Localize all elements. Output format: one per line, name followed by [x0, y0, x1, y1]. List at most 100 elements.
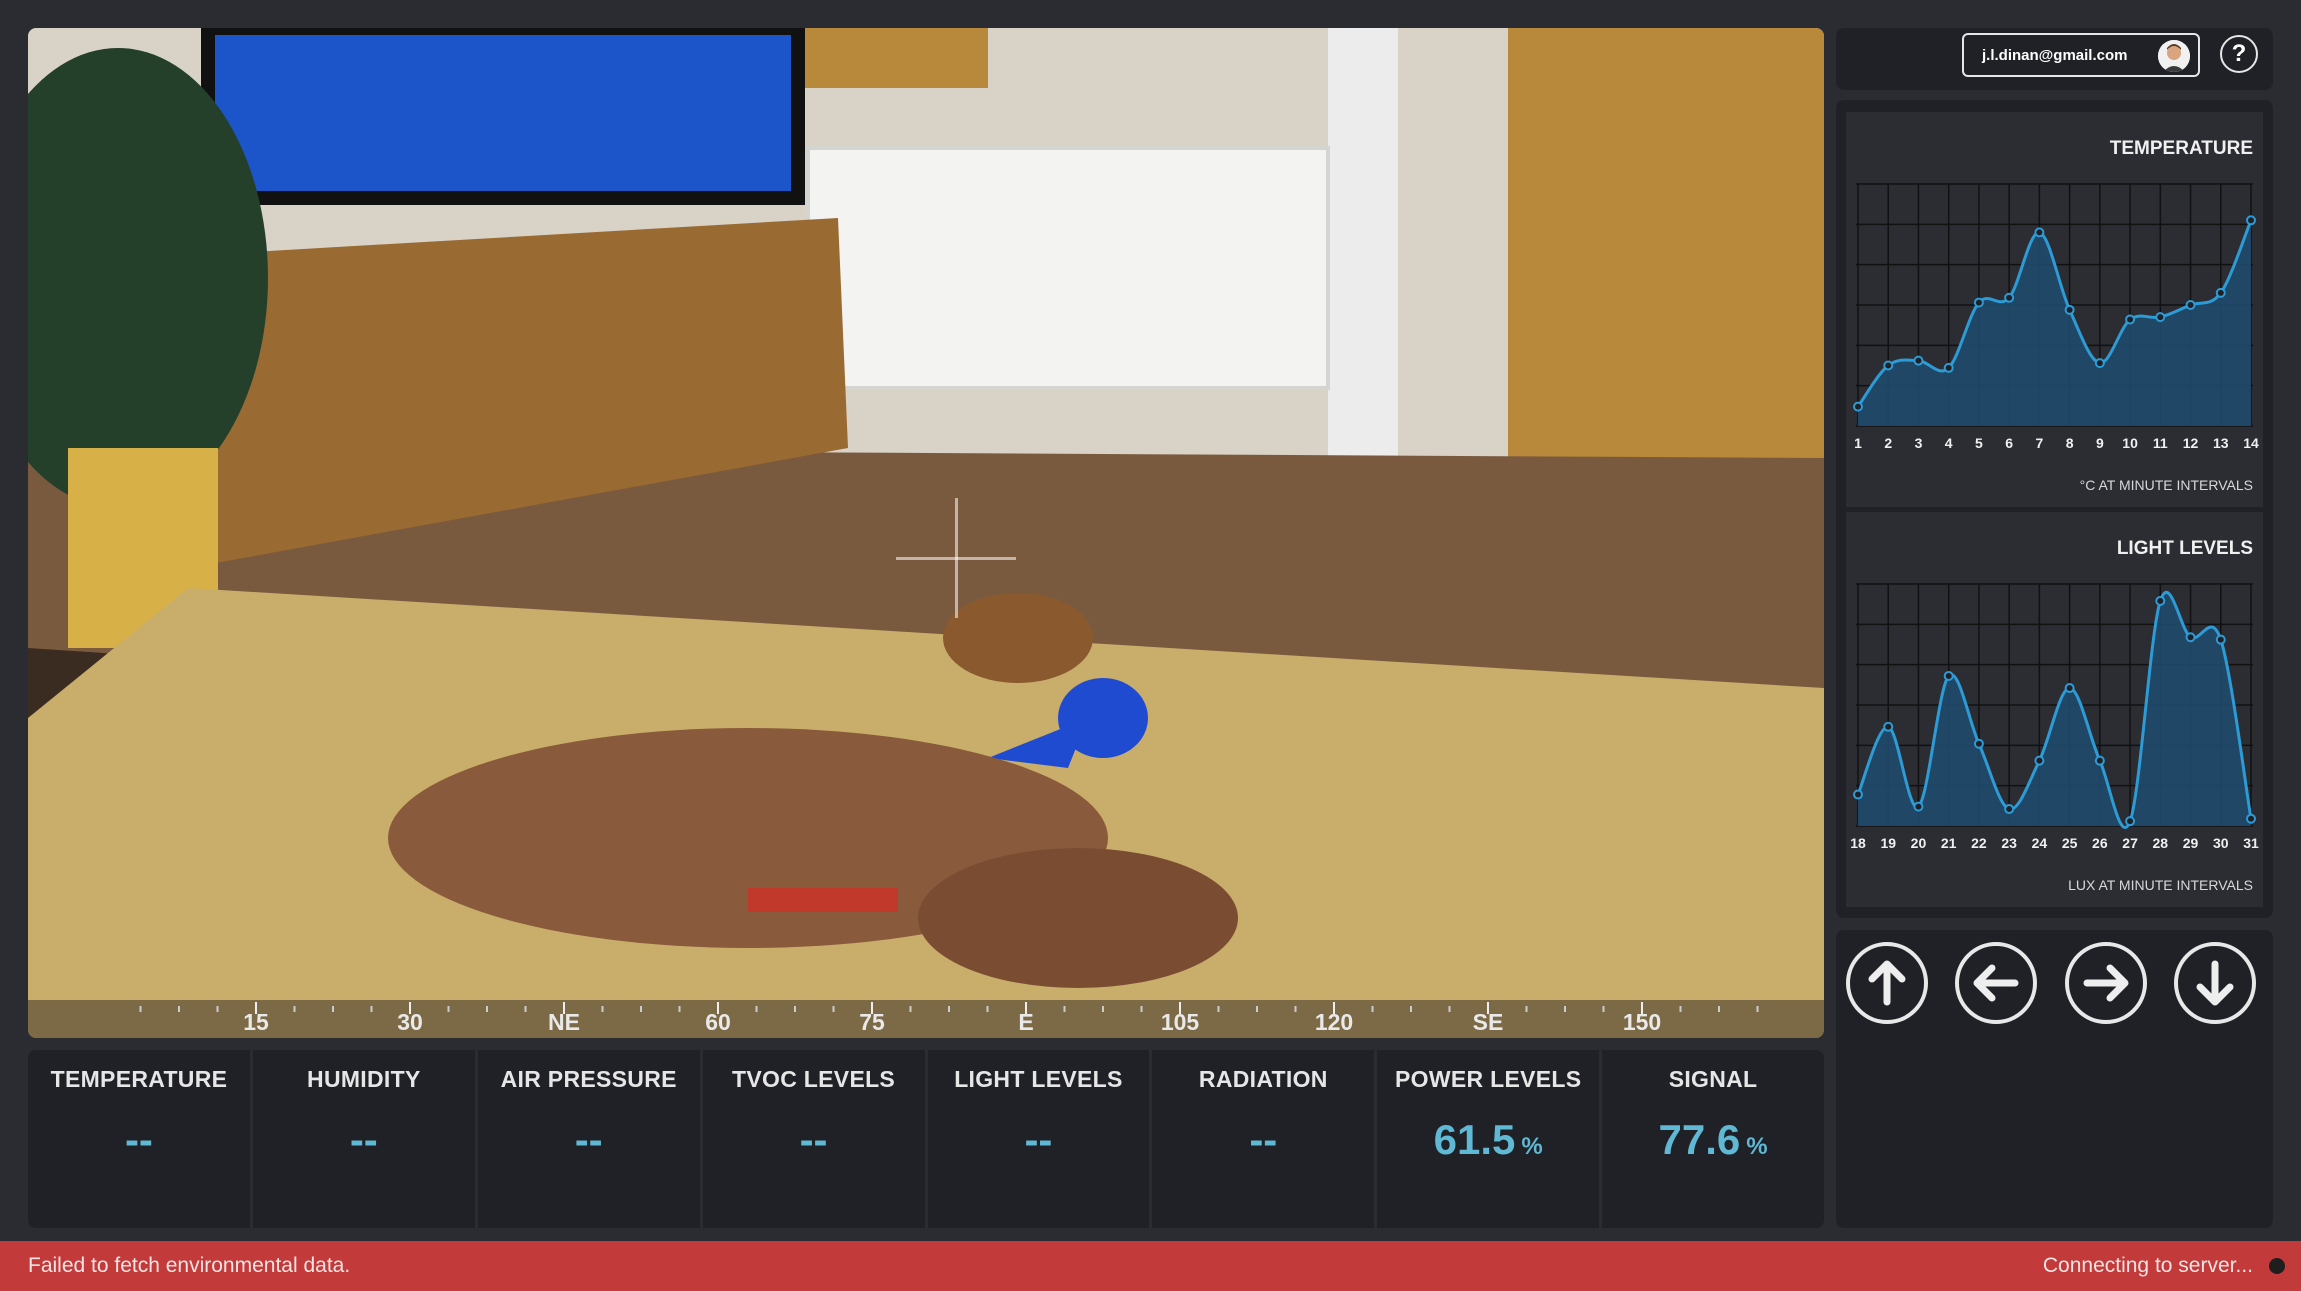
sensor-label: RADIATION: [1198, 1066, 1328, 1092]
x-tick-label: 30: [2213, 835, 2229, 851]
account-email: j.l.dinan@gmail.com: [1982, 47, 2128, 64]
x-tick-label: 6: [2005, 435, 2013, 451]
error-message: Failed to fetch environmental data.: [28, 1254, 351, 1277]
sensor-value-row: 61.5%: [1377, 1116, 1599, 1164]
data-point: [1943, 670, 1954, 681]
x-tick-label: 27: [2122, 835, 2138, 851]
account-button[interactable]: j.l.dinan@gmail.com: [1962, 33, 2200, 77]
x-tick-label: 8: [2066, 435, 2074, 451]
compass-label: E: [1018, 1009, 1034, 1035]
camera-controls: [1836, 930, 2273, 1228]
sensor-label: HUMIDITY: [307, 1066, 421, 1092]
charts-panel: TEMPERATURE 1 2 3 4 5 6 7 8 9 10 11 12 13 14 °C AT MI…: [1836, 100, 2273, 918]
compass-label: 75: [859, 1009, 885, 1035]
sensor-light-levels: LIGHT LEVELS --: [928, 1050, 1153, 1228]
sensor-air-pressure: AIR PRESSURE --: [478, 1050, 703, 1228]
sensor-value-row: --: [1152, 1116, 1374, 1164]
sensor-value-row: --: [703, 1116, 925, 1164]
x-tick-label: 21: [1941, 835, 1957, 851]
up-button[interactable]: [1846, 942, 1928, 1024]
connection-indicator: [2269, 1258, 2285, 1274]
compass-label: 120: [1314, 1009, 1354, 1035]
sensor-value: --: [574, 1116, 603, 1163]
data-point: [2215, 287, 2226, 298]
data-point: [1973, 297, 1984, 308]
data-point: [2246, 215, 2256, 226]
sensor-value: 61.5: [1433, 1116, 1516, 1163]
x-tick-label: 28: [2153, 835, 2169, 851]
x-tick-label: 31: [2243, 835, 2259, 851]
x-tick-label: 2: [1884, 435, 1892, 451]
sensor-unit: %: [1521, 1133, 1543, 1160]
compass-ticks: [139, 1002, 1759, 1014]
x-tick-label: 24: [2032, 835, 2048, 851]
arrow-left-icon: [1973, 964, 2019, 1002]
data-point: [2185, 300, 2196, 310]
series-area: [1858, 220, 2251, 426]
sensor-value-row: --: [928, 1116, 1150, 1164]
chart-title: LIGHT LEVELS: [2116, 538, 2253, 559]
light-levels-chart: LIGHT LEVELS 18 19 20 21 22 23 24 25 26 27 28 29 30 3…: [1846, 512, 2263, 907]
data-point: [2215, 634, 2226, 645]
chart-note: LUX AT MINUTE INTERVALS: [2068, 877, 2253, 893]
compass-label: 105: [1160, 1009, 1200, 1035]
data-point: [1913, 801, 1924, 812]
arrow-up-icon: [1868, 960, 1906, 1006]
connection-status: Connecting to server...: [2042, 1254, 2253, 1277]
x-tick-label: 23: [2001, 835, 2017, 851]
sensor-power-levels: POWER LEVELS 61.5%: [1377, 1050, 1603, 1228]
x-tick-label: 9: [2096, 435, 2104, 451]
sensor-label: TEMPERATURE: [50, 1066, 228, 1092]
x-tick-label: 13: [2213, 435, 2229, 451]
help-button[interactable]: ?: [2220, 35, 2258, 73]
compass-label: 30: [397, 1009, 423, 1035]
data-point: [1883, 721, 1894, 732]
arrow-right-icon: [2083, 964, 2129, 1002]
x-tick-label: 1: [1854, 435, 1862, 451]
x-tick-label: 7: [2035, 435, 2043, 451]
crosshair: [896, 498, 1016, 618]
sensor-humidity: HUMIDITY --: [253, 1050, 478, 1228]
sensor-tvoc-levels: TVOC LEVELS --: [703, 1050, 928, 1228]
x-tick-label: 29: [2183, 835, 2199, 851]
x-tick-label: 26: [2092, 835, 2108, 851]
arrow-down-icon: [2196, 960, 2234, 1006]
sensor-temperature: TEMPERATURE --: [28, 1050, 253, 1228]
data-point: [2155, 595, 2166, 606]
compass-label: SE: [1472, 1009, 1504, 1035]
status-bar: Failed to fetch environmental data. Conn…: [0, 1241, 2301, 1291]
data-point: [2246, 813, 2256, 824]
data-point: [2185, 632, 2196, 643]
data-point: [2125, 314, 2136, 325]
sensor-signal: SIGNAL 77.6%: [1602, 1050, 1824, 1228]
compass-label: NE: [548, 1009, 580, 1035]
data-point: [2034, 227, 2045, 238]
left-button[interactable]: [1955, 942, 2037, 1024]
sensor-label: POWER LEVELS: [1395, 1066, 1582, 1092]
data-point: [2094, 358, 2105, 369]
chart-title: TEMPERATURE: [2109, 138, 2253, 159]
sensor-value: 77.6: [1658, 1116, 1741, 1163]
x-tick-label: 4: [1945, 435, 1953, 451]
data-point: [1853, 401, 1863, 412]
x-tick-label: 14: [2243, 435, 2259, 451]
compass-label: 60: [705, 1009, 731, 1035]
sensor-value: --: [1024, 1116, 1053, 1163]
sensor-value: --: [1249, 1116, 1278, 1163]
data-point: [1943, 362, 1954, 373]
x-tick-label: 22: [1971, 835, 1987, 851]
down-button[interactable]: [2174, 942, 2256, 1024]
data-point: [1853, 789, 1863, 800]
data-point: [2064, 683, 2075, 694]
data-point: [2004, 804, 2015, 815]
x-tick-label: 5: [1975, 435, 1983, 451]
x-tick-label: 20: [1911, 835, 1927, 851]
x-tick-label: 3: [1915, 435, 1923, 451]
camera-feed[interactable]: 15 30 NE 60 75 E 105 120 SE 150: [28, 28, 1824, 1038]
sensor-value: --: [799, 1116, 828, 1163]
x-tick-label: 11: [2153, 435, 2168, 451]
sensor-label: LIGHT LEVELS: [954, 1066, 1123, 1092]
right-button[interactable]: [2065, 942, 2147, 1024]
sensor-radiation: RADIATION --: [1152, 1050, 1378, 1228]
chart-note: °C AT MINUTE INTERVALS: [2079, 477, 2253, 493]
